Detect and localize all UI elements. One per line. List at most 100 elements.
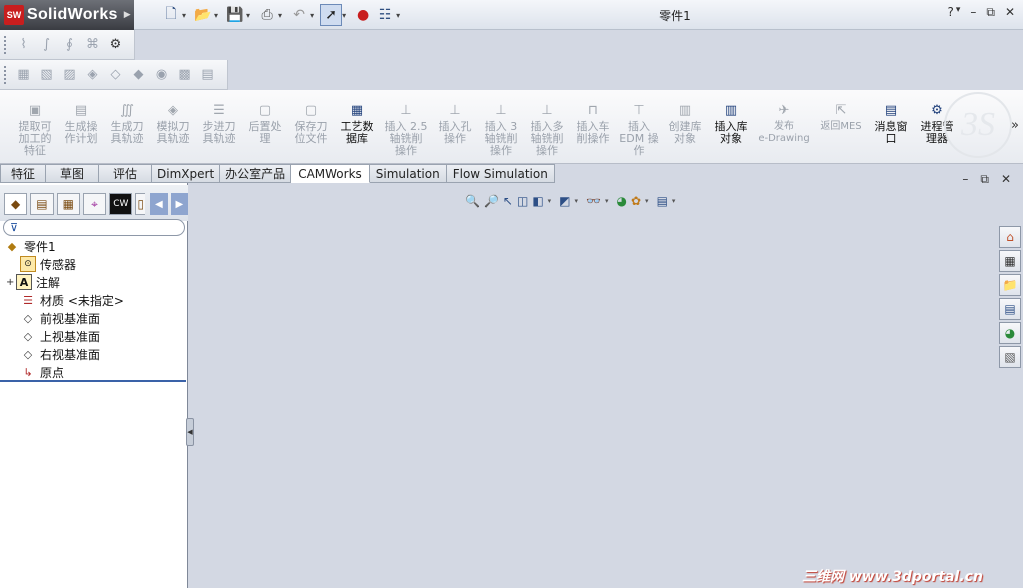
cmd-extract-features[interactable]: ▣ 提取可 加工的 特征 [12,102,58,157]
rebuild-traffic-light-icon[interactable]: ● [352,4,374,26]
tree-filter-input[interactable]: ⊽ [3,219,185,236]
viewport-close-button[interactable]: ✕ [1001,172,1011,187]
curve-tool-4-icon[interactable]: ⌘ [83,35,102,54]
cmd-insert-2-5-axis-mill[interactable]: ⊥ 插入 2.5 轴铣削 操作 [382,102,430,157]
tree-item-material[interactable]: ☰ 材质 <未指定> [20,291,124,309]
tab-camworks[interactable]: CAMWorks [291,164,370,183]
cmd-insert-edm-operation[interactable]: ⊤ 插入 EDM 操 作 [616,102,662,157]
feature-manager-tab-icon[interactable]: ◆ [4,193,28,215]
solidworks-resources-icon[interactable]: ⌂ [999,226,1021,248]
cmd-insert-turn-operation[interactable]: ⊓ 插入车 削操作 [570,102,616,145]
property-manager-tab-icon[interactable]: ▤ [30,193,54,215]
appearances-scenes-icon[interactable]: ◕ [999,322,1021,344]
new-document-icon[interactable]: 🗋 [160,4,182,26]
undo-icon[interactable]: ↶ [288,4,310,26]
zoom-to-area-icon[interactable]: 🔎 [484,192,499,210]
view-settings-dropdown-icon[interactable]: ▾ [672,192,676,210]
display-style-dropdown-icon[interactable]: ▾ [575,192,579,210]
surface-tool-9-icon[interactable]: ▤ [198,65,217,84]
solidworks-menu-button[interactable]: SW SolidWorks ▶ [0,0,134,30]
zoom-to-fit-icon[interactable]: 🔍 [465,192,480,210]
display-style-icon[interactable]: ◩ [559,192,570,210]
custom-properties-icon[interactable]: ▧ [999,346,1021,368]
tab-office-products[interactable]: 办公室产品 [220,164,292,183]
tab-flow-simulation[interactable]: Flow Simulation [446,164,555,183]
help-dropdown-icon[interactable]: ▾ [956,5,961,20]
curve-tool-3-icon[interactable]: ∮ [60,35,79,54]
tree-item-top-plane[interactable]: ◇ 上视基准面 [20,327,100,345]
print-icon[interactable]: ⎙ [256,4,278,26]
surface-tool-6-icon[interactable]: ◆ [129,65,148,84]
undo-dropdown-icon[interactable]: ▾ [310,11,314,20]
new-dropdown-icon[interactable]: ▾ [182,11,186,20]
expand-icon[interactable]: + [6,277,16,288]
scene-dropdown-icon[interactable]: ▾ [645,192,649,210]
cmd-simulate-toolpath[interactable]: ◈ 模拟刀 具轨迹 [150,102,196,145]
view-orientation-dropdown-icon[interactable]: ▾ [548,192,552,210]
surface-tool-1-icon[interactable]: ▦ [14,65,33,84]
toolbar-grip[interactable] [4,66,7,84]
cmd-insert-library-object[interactable]: ▥ 插入库 对象 [708,102,754,145]
cmd-technology-database[interactable]: ▦ 工艺数 据库 [334,102,380,145]
open-dropdown-icon[interactable]: ▾ [214,11,218,20]
cmd-insert-multiaxis-mill[interactable]: ⊥ 插入多 轴铣削 操作 [524,102,570,157]
tree-item-front-plane[interactable]: ◇ 前视基准面 [20,309,100,327]
curve-tool-2-icon[interactable]: ∫ [37,35,56,54]
options-icon[interactable]: ☷ [374,4,396,26]
cmd-step-toolpath[interactable]: ☰ 步进刀 具轨迹 [196,102,242,145]
save-dropdown-icon[interactable]: ▾ [246,11,250,20]
file-explorer-icon[interactable]: 📁 [999,274,1021,296]
select-dropdown-icon[interactable]: ▾ [342,11,346,20]
hide-show-dropdown-icon[interactable]: ▾ [605,192,609,210]
viewport-restore-button[interactable]: ⧉ [980,172,989,187]
surface-tool-3-icon[interactable]: ▨ [60,65,79,84]
print-dropdown-icon[interactable]: ▾ [278,11,282,20]
tab-evaluate[interactable]: 评估 [99,164,153,183]
toolbar-grip[interactable] [4,36,7,54]
design-library-icon[interactable]: ▦ [999,250,1021,272]
tree-item-part[interactable]: ◆ 零件1 [4,237,56,255]
options-dropdown-icon[interactable]: ▾ [396,11,400,20]
graphics-area[interactable] [189,183,1023,588]
cmd-generate-toolpath[interactable]: ∭ 生成刀 具轨迹 [104,102,150,145]
panel-tabs-prev-arrow[interactable]: ◀ [150,193,168,215]
curve-tool-1-icon[interactable]: ⌇ [14,35,33,54]
apply-scene-icon[interactable]: ✿ [631,192,641,210]
curve-tool-5-icon[interactable]: ⚙ [106,35,125,54]
cmd-save-cl-file[interactable]: ▢ 保存刀 位文件 [288,102,334,145]
camworks-extra-tab-icon[interactable]: ▯ [135,193,146,215]
rollback-bar[interactable] [0,380,186,382]
surface-tool-2-icon[interactable]: ▧ [37,65,56,84]
more-commands-icon[interactable]: » [1011,118,1019,133]
tab-sketch[interactable]: 草图 [46,164,100,183]
dimxpert-manager-tab-icon[interactable]: ⌖ [82,193,107,215]
edit-appearance-icon[interactable]: ◕ [617,192,627,210]
save-icon[interactable]: 💾 [224,4,246,26]
surface-tool-5-icon[interactable]: ◇ [106,65,125,84]
minimize-button[interactable]: – [970,5,976,20]
panel-collapse-handle[interactable]: ◀ [186,418,194,446]
tab-features[interactable]: 特征 [0,164,47,183]
cmd-create-library-object[interactable]: ▥ 创建库 对象 [662,102,708,145]
tree-item-annotations[interactable]: + A 注解 [6,273,60,291]
tree-item-origin[interactable]: ↳ 原点 [20,363,64,381]
surface-tool-7-icon[interactable]: ◉ [152,65,171,84]
select-pointer-icon[interactable]: ➚ [320,4,343,26]
close-button[interactable]: ✕ [1005,5,1015,20]
panel-tabs-next-arrow[interactable]: ▶ [170,193,189,215]
previous-view-icon[interactable]: ↖ [503,192,513,210]
restore-button[interactable]: ⧉ [986,5,995,20]
configuration-manager-tab-icon[interactable]: ▦ [56,193,80,215]
cmd-return-mes[interactable]: ⇱ 返回MES [816,102,866,133]
tab-dimxpert[interactable]: DimXpert [152,164,221,183]
section-view-icon[interactable]: ◫ [517,192,528,210]
cmd-insert-hole-operation[interactable]: ⊥ 插入孔 操作 [432,102,478,145]
view-orientation-icon[interactable]: ◧ [532,192,543,210]
open-folder-icon[interactable]: 📂 [192,4,214,26]
cmd-insert-3-axis-mill[interactable]: ⊥ 插入 3 轴铣削 操作 [478,102,524,157]
tab-simulation[interactable]: Simulation [369,164,447,183]
viewport-minimize-button[interactable]: – [962,172,968,187]
camworks-tab-icon[interactable]: CW [109,193,133,215]
surface-tool-4-icon[interactable]: ◈ [83,65,102,84]
hide-show-items-icon[interactable]: 👓 [586,192,601,210]
